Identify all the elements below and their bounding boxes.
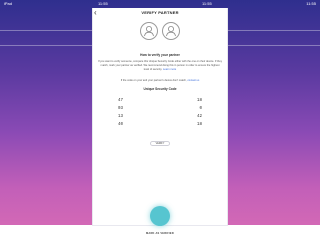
contact-us-link[interactable]: contact us: [187, 79, 199, 82]
status-bar: iPad 11:55 11:55 11:55: [0, 0, 320, 8]
mark-verified-label[interactable]: MARK AS VERIFIED: [92, 232, 228, 235]
code-right: 18: [196, 99, 202, 103]
right-divider: [228, 30, 320, 31]
code-row: 03 0: [118, 105, 202, 113]
status-time-right: 11:55: [202, 1, 212, 6]
how-to-heading: How to verify your partner: [140, 53, 180, 57]
code-left: 13: [118, 115, 124, 119]
user-icon: [140, 22, 158, 40]
code-left: 47: [118, 99, 124, 103]
code-left: 40: [118, 123, 124, 127]
user-icon: [162, 22, 180, 40]
code-right: 18: [196, 123, 202, 127]
right-bottom-bar: [228, 225, 320, 240]
how-to-body: If you want to verify someone, compare t…: [98, 60, 222, 71]
learn-more-link[interactable]: Learn more: [163, 68, 176, 71]
header: ‹ VERIFY PARTNER: [92, 8, 228, 18]
code-row: 40 18: [118, 121, 202, 129]
code-left: 03: [118, 107, 124, 111]
status-time-left: 11:55: [98, 1, 108, 6]
code-right: 42: [196, 115, 202, 119]
left-bottom-bar: [0, 225, 92, 240]
how-to-text: If you want to verify someone, compare t…: [98, 60, 222, 71]
left-divider: [0, 45, 92, 46]
mismatch-text: If the code on your and your partner's d…: [120, 79, 187, 82]
mismatch-note: If the code on your and your partner's d…: [98, 79, 222, 82]
security-code-heading: Unique Security Code: [143, 87, 177, 91]
page-title: VERIFY PARTNER: [141, 10, 179, 15]
verify-button[interactable]: VERIFY: [150, 141, 170, 146]
status-device: iPad: [4, 1, 13, 6]
accent-stem: [158, 218, 162, 226]
code-row: 47 18: [118, 97, 202, 105]
code-row: 13 42: [118, 113, 202, 121]
bottom-action-bar[interactable]: MARK AS VERIFIED: [92, 225, 228, 240]
avatar-group: [92, 22, 228, 46]
code-right: 0: [199, 107, 202, 111]
security-code-grid: 47 18 03 0 13 42 40 18: [118, 97, 202, 129]
right-divider: [228, 45, 320, 46]
status-time: 11:55: [306, 1, 316, 6]
left-divider: [0, 30, 92, 31]
